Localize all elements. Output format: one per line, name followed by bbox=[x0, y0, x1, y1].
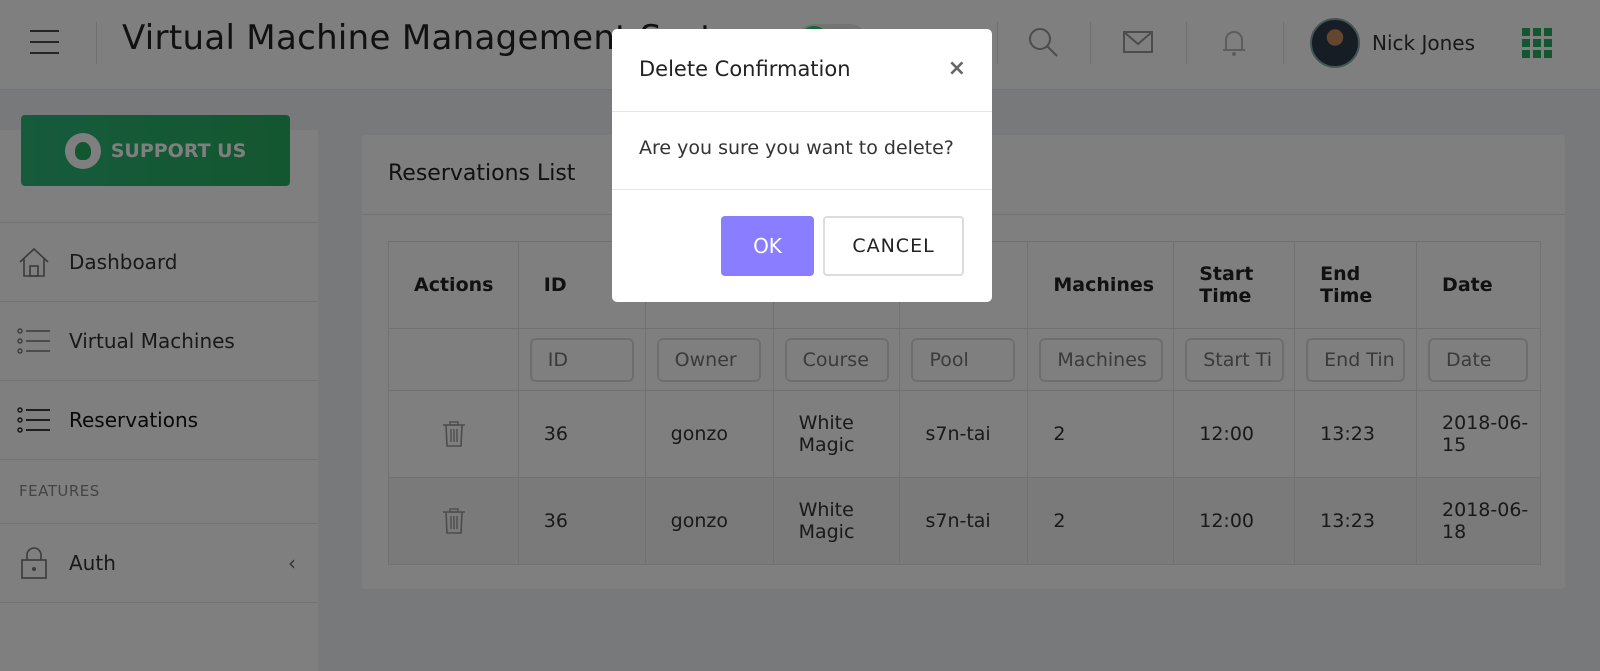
dialog-divider bbox=[612, 189, 992, 190]
dialog-message: Are you sure you want to delete? bbox=[639, 137, 954, 159]
close-icon[interactable]: × bbox=[948, 56, 966, 81]
dialog-divider bbox=[612, 111, 992, 112]
cancel-button[interactable]: CANCEL bbox=[823, 216, 964, 276]
dialog-title: Delete Confirmation bbox=[639, 57, 851, 81]
ok-button[interactable]: OK bbox=[721, 216, 814, 276]
delete-confirmation-dialog: Delete Confirmation × Are you sure you w… bbox=[612, 29, 992, 302]
